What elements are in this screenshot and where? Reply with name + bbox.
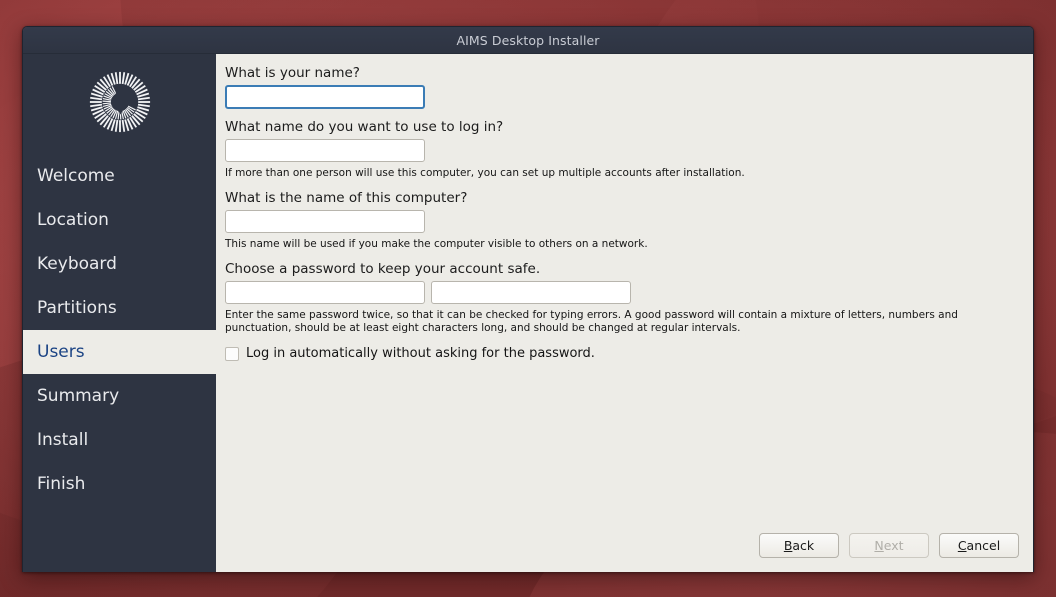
autologin-row[interactable]: Log in automatically without asking for … (225, 346, 1022, 362)
password-hint: Enter the same password twice, so that i… (225, 309, 958, 335)
sidebar-item-location[interactable]: Location (23, 198, 216, 242)
sidebar: Welcome Location Keyboard Partitions Users Su… (23, 54, 216, 572)
full-name-input[interactable] (225, 85, 425, 110)
window-body: Welcome Location Keyboard Partitions Users Su… (23, 54, 1033, 572)
button-bar: Back Next Cancel (225, 533, 1022, 572)
sidebar-item-welcome[interactable]: Welcome (23, 154, 216, 198)
sidebar-item-keyboard[interactable]: Keyboard (23, 242, 216, 286)
sidebar-nav-list: Welcome Location Keyboard Partitions Users Su… (23, 154, 216, 506)
computer-name-input[interactable] (225, 210, 425, 234)
sidebar-item-label: Summary (37, 386, 120, 406)
sidebar-item-label: Welcome (37, 166, 115, 186)
password-confirm-input[interactable] (431, 281, 631, 305)
title-bar[interactable]: AIMS Desktop Installer (23, 27, 1033, 54)
cancel-button-accel: C (957, 538, 967, 553)
cancel-button[interactable]: Cancel (939, 533, 1019, 558)
sidebar-item-label: Install (37, 430, 89, 450)
content-pane: What is your name? What name do you want… (216, 54, 1033, 572)
login-name-input[interactable] (225, 139, 425, 163)
login-name-hint: If more than one person will use this co… (225, 167, 745, 180)
next-button-accel: N (874, 538, 884, 553)
next-button-rest: ext (883, 538, 904, 553)
sidebar-item-label: Users (37, 342, 85, 362)
login-name-label: What name do you want to use to log in? (225, 119, 504, 136)
back-button[interactable]: Back (759, 533, 839, 558)
back-button-rest: ack (792, 538, 815, 553)
password-row (225, 281, 1022, 305)
password-input[interactable] (225, 281, 425, 305)
password-label: Choose a password to keep your account s… (225, 261, 541, 278)
autologin-checkbox[interactable] (225, 346, 239, 361)
sidebar-item-users[interactable]: Users (23, 330, 216, 374)
sidebar-item-label: Finish (37, 474, 86, 494)
window-title: AIMS Desktop Installer (456, 32, 600, 48)
sidebar-item-partitions[interactable]: Partitions (23, 286, 216, 330)
sidebar-item-summary[interactable]: Summary (23, 374, 216, 418)
cancel-button-rest: ancel (966, 538, 1001, 553)
next-button: Next (849, 533, 929, 558)
sidebar-item-finish[interactable]: Finish (23, 462, 216, 506)
computer-name-hint: This name will be used if you make the c… (225, 238, 648, 251)
installer-window: AIMS Desktop Installer Welcome Location … (22, 26, 1034, 572)
sidebar-item-label: Location (37, 210, 109, 230)
full-name-label: What is your name? (225, 65, 360, 81)
logo-container (23, 58, 216, 146)
sidebar-item-label: Keyboard (37, 254, 117, 274)
back-button-accel: B (783, 538, 793, 553)
sidebar-item-install[interactable]: Install (23, 418, 216, 462)
computer-name-label: What is the name of this computer? (225, 190, 468, 207)
aims-radial-africa-logo-icon (89, 71, 150, 133)
users-form: What is your name? What name do you want… (225, 65, 1022, 533)
desktop-wallpaper: AIMS Desktop Installer Welcome Location … (0, 0, 1056, 597)
sidebar-item-label: Partitions (37, 298, 117, 318)
autologin-label: Log in automatically without asking for … (246, 346, 595, 362)
